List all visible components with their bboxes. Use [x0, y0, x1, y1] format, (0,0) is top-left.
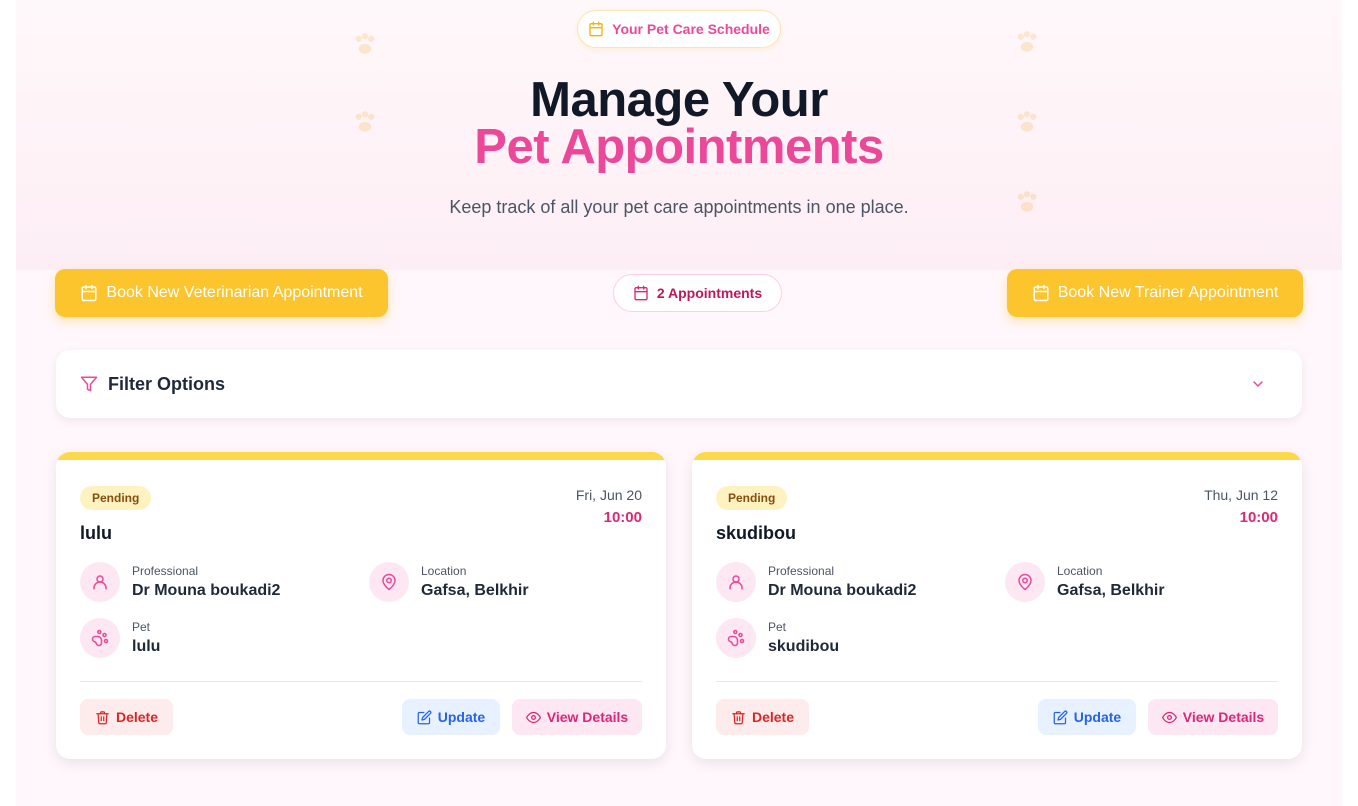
professional-info: Professional Dr Mouna boukadi2: [716, 562, 916, 602]
status-badge: Pending: [716, 486, 788, 510]
book-veterinarian-label: Book New Veterinarian Appointment: [106, 284, 363, 301]
update-label: Update: [1073, 709, 1122, 725]
book-veterinarian-button[interactable]: Book New Veterinarian Appointment: [55, 269, 388, 317]
delete-label: Delete: [115, 709, 159, 725]
appointment-card: Pending lulu Fri, Jun 20 10:00 Professio…: [56, 452, 666, 759]
location-value: Gafsa, Belkhir: [1057, 582, 1165, 599]
update-button[interactable]: Update: [1038, 699, 1136, 735]
filter-icon: [80, 375, 98, 393]
paw-decoration-icon: [350, 30, 380, 60]
view-details-label: View Details: [546, 709, 629, 725]
filter-options-toggle[interactable]: Filter Options: [56, 350, 1302, 418]
professional-label: Professional: [132, 564, 199, 578]
schedule-badge-label: Your Pet Care Schedule: [612, 21, 770, 37]
update-button[interactable]: Update: [402, 699, 500, 735]
pet-label: Pet: [768, 620, 787, 634]
eye-icon: [1161, 710, 1177, 725]
professional-info: Professional Dr Mouna boukadi2: [80, 562, 280, 602]
paw-icon: [80, 618, 120, 658]
page: Your Pet Care Schedule Manage Your Pet A…: [16, 0, 1342, 806]
card-status-bar: [692, 452, 1302, 460]
trash-icon: [95, 710, 110, 725]
location-label: Location: [421, 564, 467, 578]
card-status-bar: [56, 452, 666, 460]
paw-decoration-icon: [1012, 28, 1042, 58]
map-pin-icon: [1005, 562, 1045, 602]
appointment-date: Thu, Jun 12: [1204, 487, 1278, 503]
view-details-button[interactable]: View Details: [1148, 699, 1278, 735]
hero-section: Your Pet Care Schedule Manage Your Pet A…: [16, 0, 1342, 270]
professional-value: Dr Mouna boukadi2: [768, 582, 917, 599]
view-details-label: View Details: [1182, 709, 1265, 725]
location-value: Gafsa, Belkhir: [421, 582, 529, 599]
appointment-time: 10:00: [1239, 509, 1278, 526]
pet-info: Pet lulu: [80, 618, 160, 658]
appointment-date: Fri, Jun 20: [575, 487, 642, 503]
eye-icon: [525, 710, 541, 725]
delete-button[interactable]: Delete: [716, 699, 809, 735]
book-trainer-label: Book New Trainer Appointment: [1057, 284, 1279, 301]
chevron-down-icon[interactable]: [1250, 376, 1266, 392]
status-badge: Pending: [80, 486, 152, 510]
schedule-badge: Your Pet Care Schedule: [577, 10, 781, 48]
edit-icon: [417, 710, 432, 725]
appointment-card: Pending skudibou Thu, Jun 12 10:00 Profe…: [692, 452, 1302, 759]
calendar-icon: [633, 285, 649, 301]
card-divider: [716, 681, 1278, 682]
appointment-title: skudibou: [716, 523, 796, 543]
calendar-icon: [1032, 284, 1050, 302]
user-icon: [80, 562, 120, 602]
trash-icon: [731, 710, 746, 725]
calendar-icon: [80, 284, 98, 302]
view-details-button[interactable]: View Details: [512, 699, 642, 735]
pet-value: lulu: [132, 638, 161, 655]
delete-button[interactable]: Delete: [80, 699, 173, 735]
page-subtitle: Keep track of all your pet care appointm…: [449, 197, 909, 217]
update-label: Update: [437, 709, 486, 725]
paw-icon: [716, 618, 756, 658]
appointments-count-badge: 2 Appointments: [613, 274, 782, 312]
map-pin-icon: [369, 562, 409, 602]
edit-icon: [1053, 710, 1068, 725]
appointment-time: 10:00: [603, 509, 642, 526]
book-trainer-button[interactable]: Book New Trainer Appointment: [1007, 269, 1303, 317]
professional-label: Professional: [768, 564, 835, 578]
filter-options-label: Filter Options: [108, 373, 225, 394]
location-info: Location Gafsa, Belkhir: [369, 562, 529, 602]
location-label: Location: [1057, 564, 1103, 578]
calendar-icon: [588, 21, 604, 37]
appointment-title: lulu: [80, 523, 112, 543]
pet-value: skudibou: [768, 638, 840, 655]
delete-label: Delete: [751, 709, 795, 725]
user-icon: [716, 562, 756, 602]
page-title-line2: Pet Appointments: [474, 120, 884, 174]
professional-value: Dr Mouna boukadi2: [132, 582, 281, 599]
pet-info: Pet skudibou: [716, 618, 839, 658]
card-divider: [80, 681, 642, 682]
appointments-count-label: 2 Appointments: [656, 285, 763, 301]
pet-label: Pet: [132, 620, 151, 634]
location-info: Location Gafsa, Belkhir: [1005, 562, 1165, 602]
